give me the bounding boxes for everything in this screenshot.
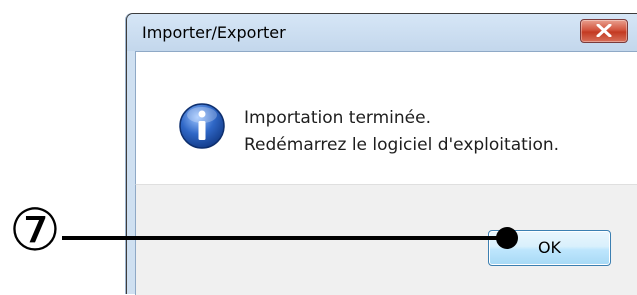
callout-dot [496, 227, 518, 249]
callout-number: ⑦ [9, 196, 61, 264]
callout-pointer [62, 227, 518, 249]
